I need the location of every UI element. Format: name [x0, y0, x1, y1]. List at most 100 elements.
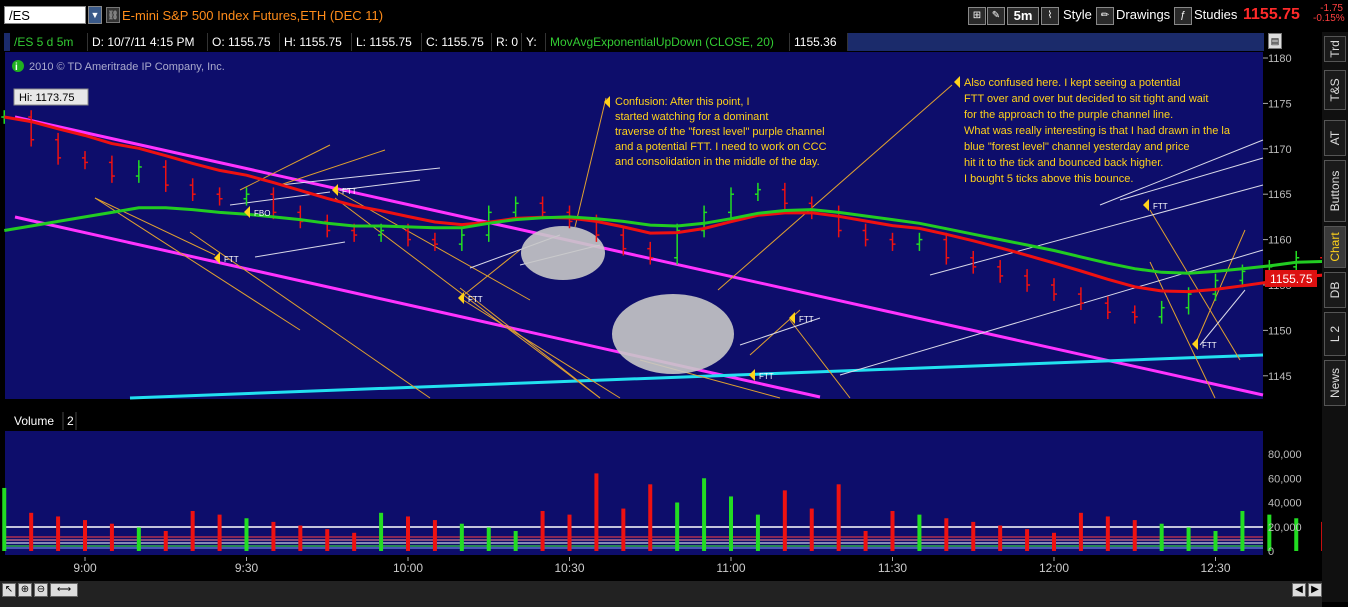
volume-bar [567, 514, 572, 551]
volume-bar [1025, 529, 1030, 551]
copyright-text: 2010 © TD Ameritrade IP Company, Inc. [29, 61, 225, 73]
fttmarker-label: FTT [1202, 341, 1217, 350]
volume-bar [1052, 532, 1056, 551]
side-tab-trd[interactable]: Trd [1324, 36, 1346, 62]
side-tab-buttons[interactable]: Buttons [1324, 160, 1346, 222]
time-tick-label: 11:30 [878, 561, 907, 575]
volume-bar [998, 525, 1003, 551]
volume-bar [755, 514, 760, 551]
volume-bar [432, 520, 437, 551]
expand-icon[interactable]: ⟷ [50, 583, 78, 597]
volume-bar [298, 525, 303, 551]
annotation-text-line: Confusion: After this point, I [615, 96, 750, 108]
volume-header [5, 410, 1263, 430]
volume-bar [648, 484, 653, 551]
side-tab-chart[interactable]: Chart [1324, 226, 1346, 268]
side-tab-ts[interactable]: T&S [1324, 70, 1346, 110]
volume-bar [109, 523, 114, 551]
time-tick-label: 12:30 [1200, 561, 1230, 575]
annotation-text-line: What was really interesting is that I ha… [964, 125, 1231, 137]
volume-bar [486, 527, 491, 551]
volume-bar [1132, 520, 1137, 551]
annotation-text-line: and a potential FTT. I need to work on C… [615, 141, 827, 153]
fttmarker-label: FTT [224, 255, 239, 264]
side-tab-db[interactable]: DB [1324, 272, 1346, 308]
time-tick-label: 9:30 [235, 561, 259, 575]
volume-tick-label: 40,000 [1268, 498, 1302, 510]
price-tick-label: 1145 [1268, 371, 1292, 383]
price-tick-label: 1180 [1268, 53, 1292, 65]
side-tab-label: Trd [1328, 40, 1342, 58]
volume-bar [702, 478, 707, 551]
cursor-icon[interactable]: ↖ [2, 583, 16, 597]
annotation-text-line: traverse of the "forest level" purple ch… [615, 126, 825, 138]
volume-bar [540, 510, 545, 551]
price-tick-label: 1160 [1268, 235, 1292, 247]
volume-bar [621, 508, 626, 551]
annotation-text-line: and consolidation in the middle of the d… [615, 156, 820, 168]
volume-bar [809, 508, 814, 551]
volume-bar [729, 496, 733, 551]
side-tab-label: L 2 [1328, 325, 1342, 343]
volume-bar [217, 514, 222, 551]
annotation-text-line: hit it to the tick and bounced back high… [964, 157, 1163, 169]
consolidation-oval [612, 294, 734, 374]
volume-tick-label: 20,000 [1268, 522, 1302, 534]
hi-label: Hi: 1173.75 [19, 92, 74, 104]
volume-bar [459, 523, 464, 551]
annotation-text-line: for the approach to the purple channel l… [964, 109, 1173, 121]
volume-label: Volume [14, 414, 54, 428]
price-tick-label: 1170 [1268, 144, 1292, 156]
annotation-text-line: FTT over and over but decided to sit tig… [964, 93, 1208, 105]
zoom-in-icon[interactable]: ⊕ [18, 583, 32, 597]
volume-bar [1159, 523, 1164, 551]
volume-tick-label: 80,000 [1268, 449, 1302, 461]
volume-bar [190, 510, 195, 551]
price-tick-label: 1165 [1268, 189, 1292, 201]
side-tab-news[interactable]: News [1324, 360, 1346, 406]
side-tab-label: Chart [1328, 232, 1342, 262]
annotation-text-line: blue "forest level" channel yesterday an… [964, 141, 1190, 153]
volume-bar [944, 518, 949, 551]
side-tab-label: AT [1328, 130, 1342, 146]
fttmarker-label: FTT [342, 187, 357, 196]
volume-bar [1240, 510, 1245, 551]
fttmarker-label: FTT [799, 315, 814, 324]
fttmarker-label: FBO [254, 209, 270, 218]
volume-bar [244, 518, 249, 551]
time-tick-label: 12:00 [1039, 561, 1069, 575]
volume-bar [1078, 512, 1083, 551]
volume-bar [2, 487, 7, 551]
annotation-text-line: Also confused here. I kept seeing a pote… [964, 77, 1180, 89]
volume-bar [917, 514, 922, 551]
zoom-out-icon[interactable]: ⊖ [34, 583, 48, 597]
volume-bar [406, 516, 410, 551]
volume-tick-label: 0 [1268, 546, 1274, 558]
volume-bar [325, 529, 330, 551]
side-tab-label: News [1328, 367, 1342, 399]
volume-bar [136, 527, 141, 551]
volume-bar [1105, 516, 1110, 551]
side-tab-label: T&S [1328, 78, 1342, 102]
time-tick-label: 9:00 [73, 561, 97, 575]
time-tick-label: 11:00 [716, 561, 745, 575]
volume-bar [1213, 530, 1218, 551]
volume-bar [513, 530, 518, 551]
info-icon [12, 60, 24, 72]
volume-tick-label: 60,000 [1268, 473, 1302, 485]
info-icon-glyph: i [15, 62, 18, 73]
price-tick-label: 1175 [1268, 98, 1292, 110]
volume-bar [271, 521, 276, 551]
scroll-right-icon[interactable]: ▶ [1308, 583, 1322, 597]
side-tab-at[interactable]: AT [1324, 120, 1346, 156]
volume-bar [379, 512, 384, 551]
fttmarker-label: FTT [1153, 202, 1168, 211]
scroll-left-icon[interactable]: ◀ [1292, 583, 1306, 597]
side-tab-l2[interactable]: L 2 [1324, 312, 1346, 356]
volume-bar [1186, 527, 1191, 551]
price-chart: FBO FTT FTT FTT FTT FTT FTT FTT 1180 1175 1170 116… [1, 52, 1322, 575]
volume-count: 2 [67, 414, 74, 428]
volume-bar [594, 473, 599, 551]
volume-bar [890, 510, 895, 551]
fttmarker-label: FTT [468, 295, 483, 304]
